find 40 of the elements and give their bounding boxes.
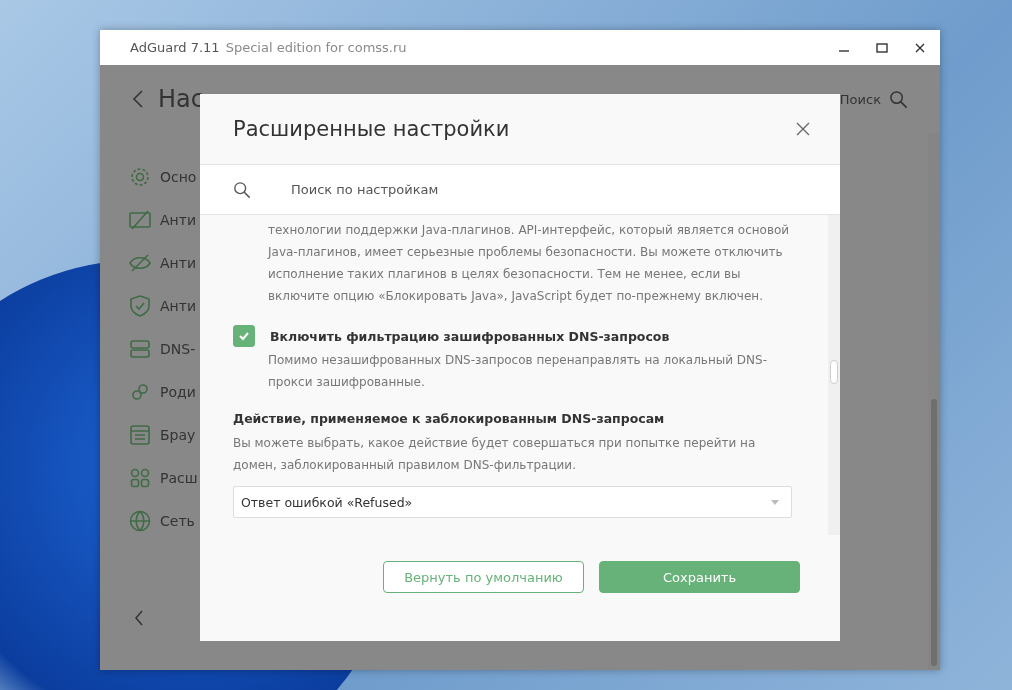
dialog-title: Расширенные настройки — [233, 117, 510, 141]
ad-icon — [128, 208, 152, 232]
server-icon — [128, 337, 152, 361]
search-field[interactable]: Поиск по настройкам — [289, 181, 693, 198]
shield-icon — [128, 294, 152, 318]
globe-icon — [128, 509, 152, 533]
sidebar-item[interactable]: Анти — [160, 255, 196, 271]
sidebar-item[interactable]: Сеть — [160, 513, 195, 529]
setting-label: Действие, применяемое к заблокированным DNS-запросам — [233, 411, 666, 426]
checkbox[interactable] — [233, 325, 255, 347]
window-title: AdGuard 7.11 — [130, 40, 220, 55]
window-subtitle: Special edition for comss.ru — [225, 40, 407, 55]
search-icon — [233, 180, 251, 199]
search-link[interactable]: Поиск — [839, 91, 881, 107]
save-button[interactable]: Сохранить — [599, 561, 800, 593]
sidebar-item[interactable]: Анти — [160, 298, 196, 314]
back-icon[interactable] — [132, 89, 144, 109]
setting-label[interactable]: Включить фильтрацию зашифрованных DNS-запросов — [270, 328, 670, 344]
close-icon[interactable] — [914, 41, 926, 54]
search-icon[interactable] — [889, 89, 908, 109]
sidebar-item[interactable]: Роди — [160, 384, 196, 400]
reset-button[interactable]: Вернуть по умолчанию — [383, 561, 584, 593]
action-dropdown[interactable]: Ответ ошибкой «Refused» — [233, 486, 792, 518]
sidebar-item[interactable]: DNS- — [160, 341, 196, 357]
checkmark-icon — [238, 330, 250, 342]
sidebar-item[interactable]: Осно — [160, 169, 197, 185]
setting-description: Вы можете выбрать, какое действие будет совершаться при попытке перейти на домен, заблокированный правилом DNS-фильтрации. — [233, 435, 757, 474]
collapse-icon[interactable] — [134, 610, 144, 626]
dropdown-caret-icon — [771, 499, 779, 505]
setting-description: технологии поддержки Java-плагинов. API-интерфейс, который является основой Java-плагинов, имеет серьезные проблемы безопасности. Вы можете отключить исполнение таких плагинов в целях безопасности. Тем не менее, если вы включите опцию «Блокировать Java», JavaScript будет по-прежнему включен. — [266, 222, 791, 305]
setting-description: Помимо незашифрованных DNS-запросов перенаправлять на локальный DNS-прокси зашифрованные. — [267, 352, 768, 391]
sidebar-item[interactable]: Расш — [160, 470, 198, 486]
sidebar-item[interactable]: Анти — [160, 212, 196, 228]
close-icon[interactable] — [796, 122, 810, 136]
gear-icon — [128, 165, 152, 189]
grid-icon — [128, 466, 152, 490]
sidebar-item[interactable]: Брау — [160, 427, 196, 443]
scrollbar[interactable] — [828, 215, 840, 535]
browser-icon — [128, 423, 152, 447]
maximize-icon[interactable] — [876, 41, 888, 54]
